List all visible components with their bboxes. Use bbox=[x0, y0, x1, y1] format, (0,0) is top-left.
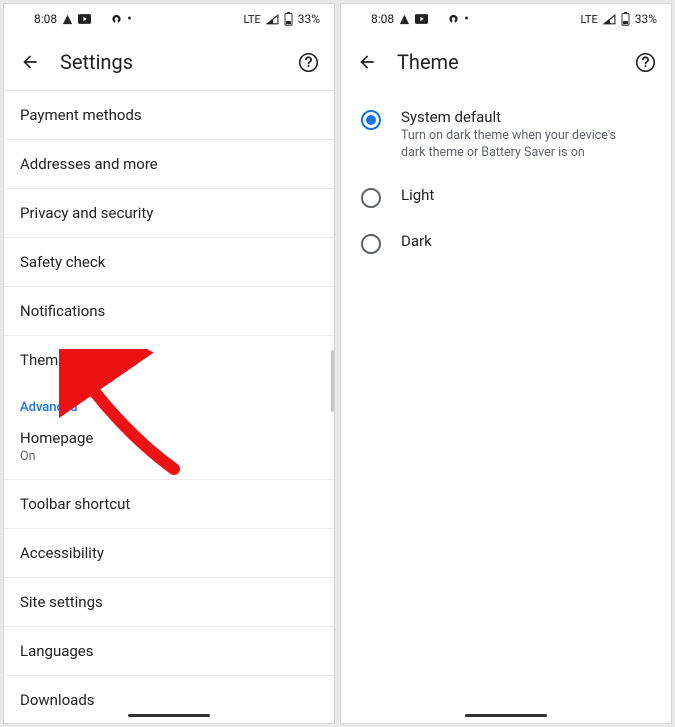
radio-icon[interactable] bbox=[361, 234, 381, 254]
status-dot-icon: • bbox=[127, 12, 132, 26]
row-toolbar-shortcut[interactable]: Toolbar shortcut bbox=[4, 479, 334, 528]
row-homepage[interactable]: Homepage On bbox=[4, 419, 334, 479]
theme-options: System default Turn on dark theme when y… bbox=[341, 90, 671, 272]
nav-handle[interactable] bbox=[465, 714, 547, 717]
row-label: Addresses and more bbox=[20, 155, 158, 173]
app-icon-3 bbox=[448, 14, 459, 25]
scrollbar-thumb[interactable] bbox=[331, 350, 334, 412]
row-label: Languages bbox=[20, 642, 94, 660]
option-light[interactable]: Light bbox=[341, 174, 671, 220]
option-system-default[interactable]: System default Turn on dark theme when y… bbox=[341, 96, 671, 174]
option-label: Light bbox=[401, 186, 434, 204]
row-label: Downloads bbox=[20, 691, 95, 709]
app-icon-2 bbox=[78, 14, 91, 24]
theme-screen: 8:08 • LTE 33% Theme System default Tu bbox=[340, 3, 672, 724]
option-label: Dark bbox=[401, 232, 432, 250]
app-icon-1 bbox=[62, 14, 73, 25]
moon-icon bbox=[96, 14, 106, 24]
row-theme[interactable]: Theme bbox=[4, 335, 334, 384]
app-icon-3 bbox=[111, 14, 122, 25]
signal-icon bbox=[266, 14, 279, 25]
row-safety-check[interactable]: Safety check bbox=[4, 237, 334, 286]
radio-icon[interactable] bbox=[361, 188, 381, 208]
row-notifications[interactable]: Notifications bbox=[4, 286, 334, 335]
row-label: Theme bbox=[20, 351, 66, 369]
status-bar: 8:08 • LTE 33% bbox=[4, 4, 334, 34]
row-label: Toolbar shortcut bbox=[20, 495, 130, 513]
settings-screen: 8:08 • LTE 33% Settings Payment methods … bbox=[3, 3, 335, 724]
app-icon-2 bbox=[415, 14, 428, 24]
row-privacy[interactable]: Privacy and security bbox=[4, 188, 334, 237]
status-time: 8:08 bbox=[34, 12, 57, 26]
row-label: Payment methods bbox=[20, 106, 142, 124]
app-bar: Settings bbox=[4, 34, 334, 90]
row-accessibility[interactable]: Accessibility bbox=[4, 528, 334, 577]
help-button[interactable] bbox=[296, 50, 320, 74]
row-label: Homepage bbox=[20, 429, 318, 447]
settings-list[interactable]: Payment methods Addresses and more Priva… bbox=[4, 90, 334, 723]
row-label: Safety check bbox=[20, 253, 105, 271]
help-button[interactable] bbox=[633, 50, 657, 74]
row-payment-methods[interactable]: Payment methods bbox=[4, 90, 334, 139]
option-label: System default bbox=[401, 108, 621, 126]
row-label: Site settings bbox=[20, 593, 103, 611]
app-bar: Theme bbox=[341, 34, 671, 90]
option-desc: Turn on dark theme when your device's da… bbox=[401, 128, 621, 162]
signal-icon bbox=[603, 14, 616, 25]
battery-icon bbox=[621, 12, 630, 26]
row-label: Notifications bbox=[20, 302, 105, 320]
section-label: Advanced bbox=[20, 400, 78, 415]
page-title: Theme bbox=[397, 50, 615, 74]
status-time: 8:08 bbox=[371, 12, 394, 26]
radio-icon[interactable] bbox=[361, 110, 381, 130]
network-type: LTE bbox=[580, 13, 597, 26]
nav-handle[interactable] bbox=[128, 714, 210, 717]
row-subtext: On bbox=[20, 449, 318, 464]
moon-icon bbox=[433, 14, 443, 24]
battery-percent: 33% bbox=[298, 12, 320, 26]
row-label: Accessibility bbox=[20, 544, 104, 562]
back-button[interactable] bbox=[355, 50, 379, 74]
status-bar: 8:08 • LTE 33% bbox=[341, 4, 671, 34]
battery-percent: 33% bbox=[635, 12, 657, 26]
row-label: Privacy and security bbox=[20, 204, 153, 222]
status-dot-icon: • bbox=[464, 12, 469, 26]
row-addresses[interactable]: Addresses and more bbox=[4, 139, 334, 188]
row-site-settings[interactable]: Site settings bbox=[4, 577, 334, 626]
row-languages[interactable]: Languages bbox=[4, 626, 334, 675]
page-title: Settings bbox=[60, 50, 278, 74]
battery-icon bbox=[284, 12, 293, 26]
option-dark[interactable]: Dark bbox=[341, 220, 671, 266]
app-icon-1 bbox=[399, 14, 410, 25]
back-button[interactable] bbox=[18, 50, 42, 74]
network-type: LTE bbox=[243, 13, 260, 26]
section-header-advanced: Advanced bbox=[4, 384, 334, 419]
